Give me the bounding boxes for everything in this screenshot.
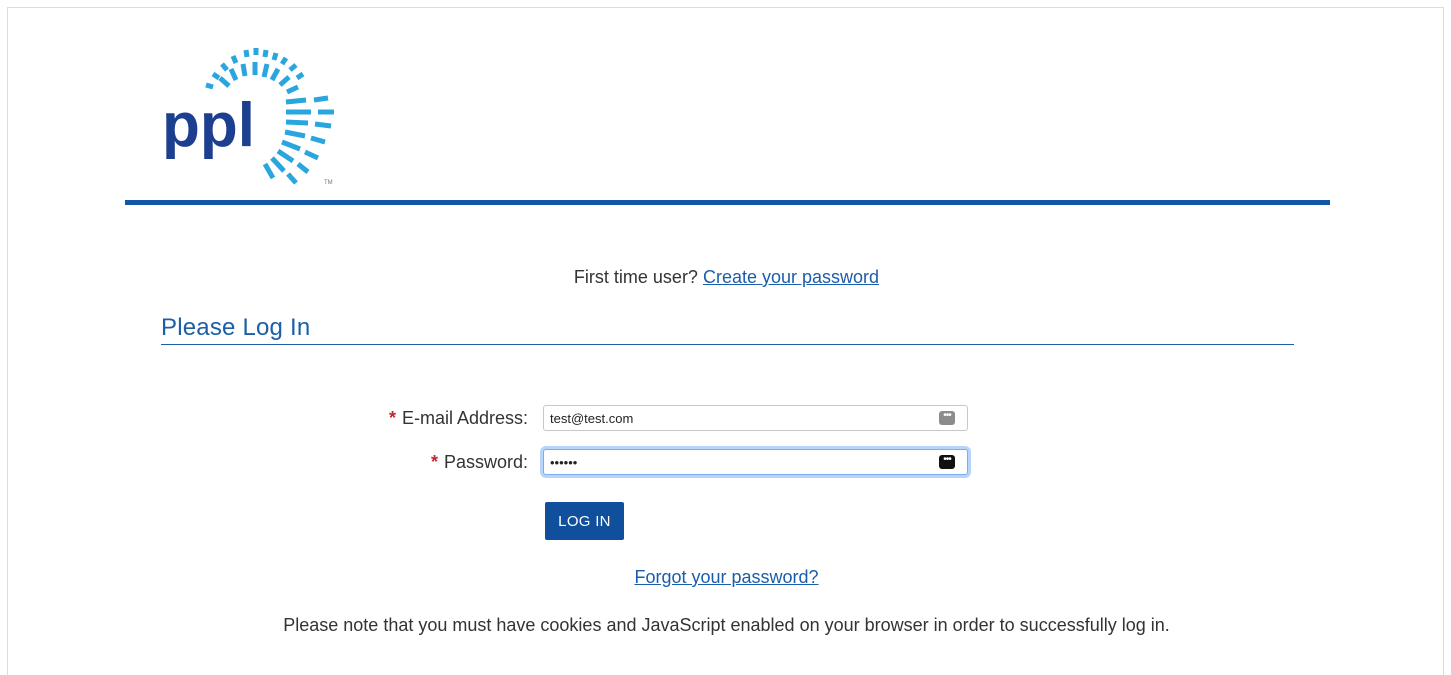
page-title: Please Log In xyxy=(161,314,311,341)
email-field[interactable] xyxy=(543,405,968,431)
login-button[interactable]: LOG IN xyxy=(545,502,624,540)
ppl-logo: ppl TM xyxy=(158,44,348,192)
email-row: * E-mail Address: xyxy=(8,405,528,431)
password-manager-key-icon[interactable]: ••• xyxy=(939,411,955,425)
ppl-logo-graphic: ppl TM xyxy=(162,48,334,186)
password-row: * Password: xyxy=(8,449,528,475)
forgot-password-link[interactable]: Forgot your password? xyxy=(634,567,818,587)
email-label-text: E-mail Address: xyxy=(401,408,528,428)
required-asterisk: * xyxy=(430,452,438,472)
cookies-notice: Please note that you must have cookies a… xyxy=(283,615,1170,635)
page-frame: ppl TM First time user? Create your pass… xyxy=(7,7,1444,675)
create-password-link[interactable]: Create your password xyxy=(703,267,879,287)
first-time-user-line: First time user? Create your password xyxy=(8,266,1445,288)
logo-wordmark: ppl xyxy=(162,91,255,160)
title-underline xyxy=(161,344,1294,345)
required-asterisk: * xyxy=(388,408,396,428)
forgot-password-line: Forgot your password? xyxy=(8,566,1445,588)
header-divider xyxy=(125,200,1330,205)
password-manager-key-icon[interactable]: ••• xyxy=(939,455,955,469)
email-label: * E-mail Address: xyxy=(8,405,528,431)
password-label-text: Password: xyxy=(443,452,528,472)
first-time-prompt: First time user? xyxy=(573,267,698,287)
trademark-mark: TM xyxy=(324,180,333,186)
password-label: * Password: xyxy=(8,449,528,475)
password-field[interactable] xyxy=(543,449,968,475)
